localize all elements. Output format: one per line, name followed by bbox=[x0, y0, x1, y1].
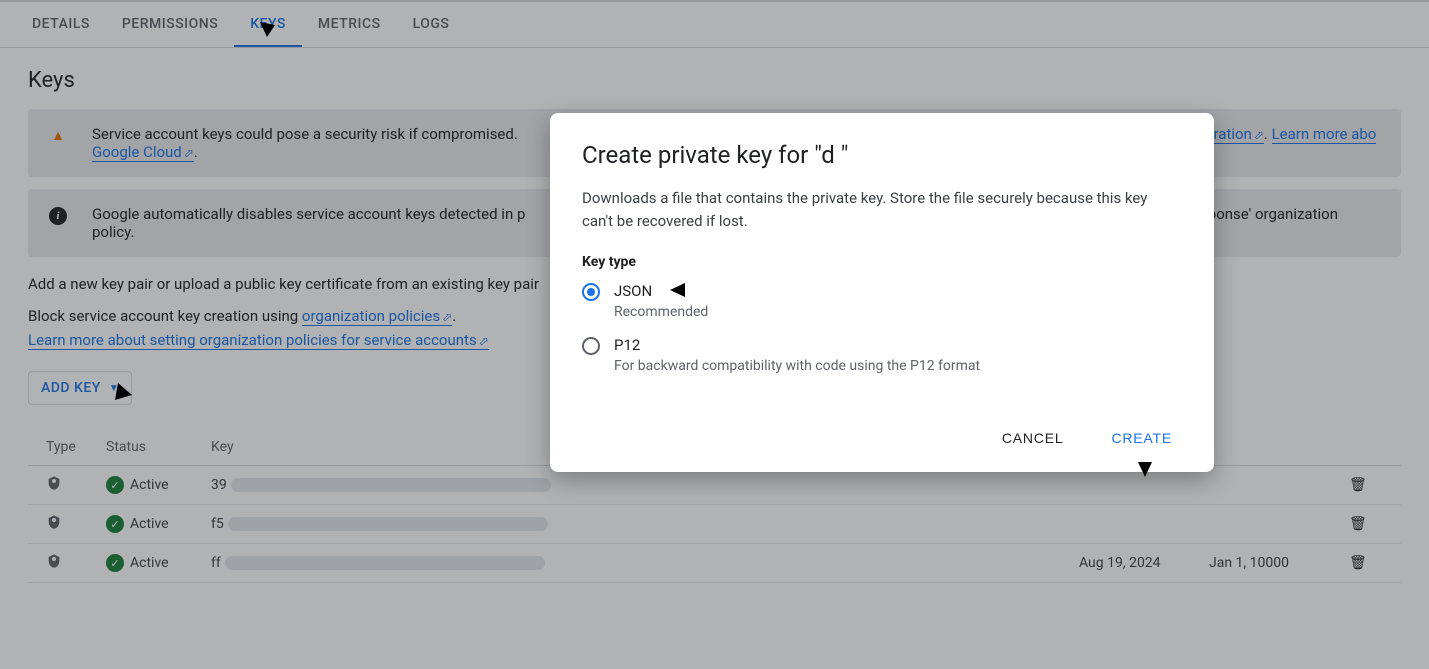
key-type-label: Key type bbox=[582, 254, 1182, 270]
create-button[interactable]: CREATE bbox=[1101, 422, 1182, 454]
radio-p12-sub: For backward compatibility with code usi… bbox=[614, 358, 980, 374]
radio-p12-label: P12 bbox=[614, 336, 980, 354]
radio-json-label: JSON bbox=[614, 282, 708, 300]
cancel-button[interactable]: CANCEL bbox=[992, 422, 1074, 454]
dialog-description: Downloads a file that contains the priva… bbox=[582, 187, 1182, 232]
radio-p12[interactable]: P12 For backward compatibility with code… bbox=[582, 336, 1182, 374]
radio-icon bbox=[582, 283, 600, 301]
radio-icon bbox=[582, 337, 600, 355]
dialog-title: Create private key for "d " bbox=[582, 141, 1182, 169]
radio-json-sub: Recommended bbox=[614, 304, 708, 320]
create-key-dialog: Create private key for "d " Downloads a … bbox=[550, 113, 1214, 472]
radio-json[interactable]: JSON Recommended bbox=[582, 282, 1182, 320]
